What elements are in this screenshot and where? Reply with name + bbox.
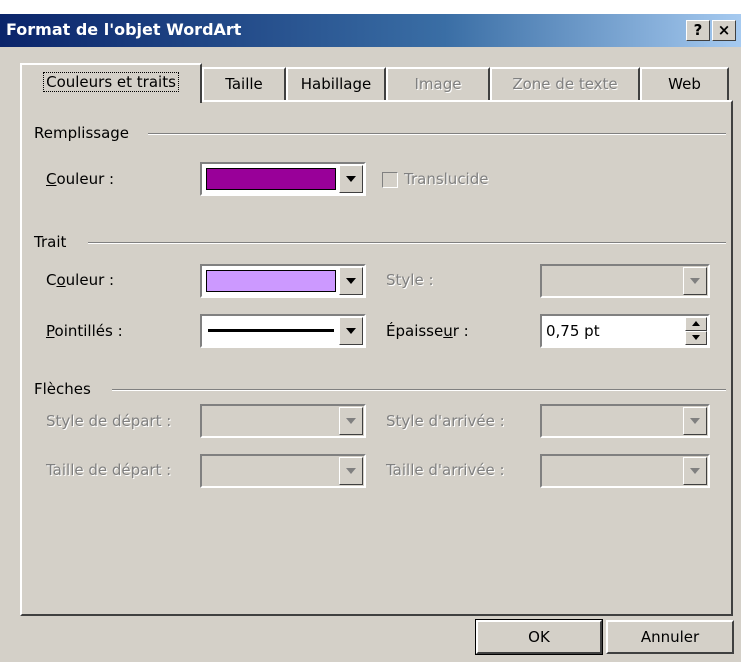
tab-image: Image (386, 67, 490, 101)
tab-habillage[interactable]: Habillage (286, 67, 386, 101)
wordart-format-dialog: Format de l'objet WordArt ? × Couleurs e… (0, 14, 741, 662)
tab-label: Zone de texte (512, 75, 618, 93)
tab-taille[interactable]: Taille (202, 67, 286, 101)
tab-label: Taille (225, 75, 263, 93)
tab-label: Web (668, 75, 701, 93)
ok-button[interactable]: OK (475, 619, 603, 655)
tab-panel (20, 100, 733, 616)
tab-zone-de-texte: Zone de texte (490, 67, 640, 101)
tab-label: Habillage (300, 75, 372, 93)
tab-label: Couleurs et traits (43, 72, 179, 92)
dialog-title: Format de l'objet WordArt (6, 20, 242, 39)
cancel-button[interactable]: Annuler (606, 620, 734, 654)
tab-web[interactable]: Web (640, 67, 729, 101)
tab-couleurs-et-traits[interactable]: Couleurs et traits (20, 63, 202, 103)
tab-label: Image (414, 75, 462, 93)
title-bar[interactable]: Format de l'objet WordArt ? × (0, 14, 741, 47)
close-button[interactable]: × (712, 20, 736, 41)
help-button[interactable]: ? (686, 20, 710, 41)
